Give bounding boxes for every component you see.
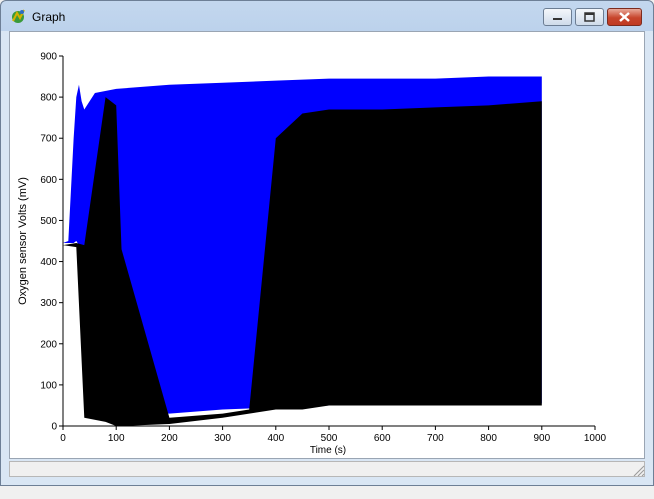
y-tick-label: 800: [40, 93, 57, 104]
y-tick-label: 400: [40, 257, 57, 268]
x-axis-label: Time (s): [310, 445, 346, 456]
close-button[interactable]: [607, 8, 642, 26]
close-icon: [619, 12, 630, 22]
x-tick-label: 300: [214, 433, 231, 444]
x-tick-label: 0: [60, 433, 66, 444]
title-bar[interactable]: Graph: [1, 1, 653, 31]
y-tick-label: 500: [40, 216, 57, 227]
minimize-button[interactable]: [543, 8, 572, 26]
resize-grip-icon[interactable]: [631, 463, 645, 477]
y-tick-label: 600: [40, 175, 57, 186]
y-tick-label: 0: [51, 422, 57, 433]
x-tick-label: 600: [374, 433, 391, 444]
graph-area: 0 100 200 300 400 500 600 700 800 900 1000 0 100 200 3…: [9, 31, 645, 459]
graph-app-icon: [12, 9, 25, 23]
y-tick-label: 700: [40, 134, 57, 145]
x-tick-label: 1000: [584, 433, 607, 444]
y-tick-label: 200: [40, 339, 57, 350]
minimize-icon: [553, 18, 562, 20]
y-axis-label: Oxygen sensor Volts (mV): [17, 177, 29, 305]
x-tick-label: 700: [427, 433, 444, 444]
y-tick-label: 100: [40, 380, 57, 391]
x-tick-label: 900: [533, 433, 550, 444]
x-tick-label: 100: [108, 433, 125, 444]
y-tick-label: 900: [40, 52, 57, 63]
x-tick-label: 800: [480, 433, 497, 444]
maximize-icon: [584, 12, 595, 22]
oxygen-sensor-chart: 0 100 200 300 400 500 600 700 800 900 1000 0 100 200 3…: [17, 52, 607, 457]
maximize-button[interactable]: [575, 8, 604, 26]
status-bar: [9, 461, 645, 477]
y-tick-label: 300: [40, 298, 57, 309]
graph-window: Graph 0 100 200 300 400 500 600 700 800 900 1000 0 1…: [0, 0, 654, 486]
x-tick-label: 500: [321, 433, 338, 444]
x-tick-label: 400: [267, 433, 284, 444]
window-title: Graph: [32, 10, 66, 24]
x-tick-label: 200: [161, 433, 178, 444]
